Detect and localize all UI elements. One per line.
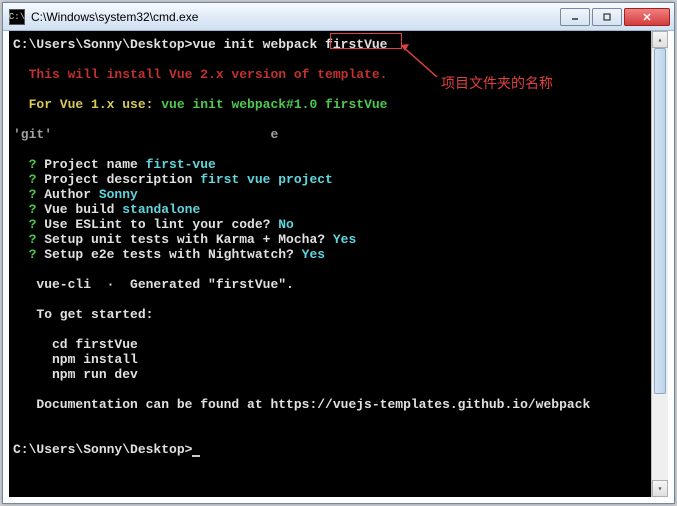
prompt-command: vue init webpack firstVue: [192, 37, 387, 52]
get-started-label: To get started:: [13, 307, 153, 322]
cursor-icon: [192, 455, 200, 457]
minimize-button[interactable]: [560, 8, 590, 26]
vue1-command: vue init webpack#1.0 firstVue: [161, 97, 387, 112]
docs-line: Documentation can be found at https://vu…: [13, 397, 590, 412]
scroll-up-button[interactable]: ▴: [652, 31, 668, 48]
step-cd: cd firstVue: [13, 337, 138, 352]
q6-value: Yes: [333, 232, 356, 247]
q4-value: standalone: [122, 202, 200, 217]
question-mark-icon: ?: [13, 187, 36, 202]
git-line: 'git': [13, 127, 52, 142]
install-warning: This will install Vue 2.x version of tem…: [13, 67, 387, 82]
vertical-scrollbar[interactable]: ▴ ▾: [651, 31, 668, 497]
titlebar[interactable]: C:\ C:\Windows\system32\cmd.exe: [3, 3, 674, 31]
q5-value: No: [278, 217, 294, 232]
close-button[interactable]: [624, 8, 670, 26]
q3-label: Author: [36, 187, 98, 202]
q3-value: Sonny: [99, 187, 138, 202]
q7-value: Yes: [302, 247, 325, 262]
terminal-output[interactable]: C:\Users\Sonny\Desktop>vue init webpack …: [9, 31, 668, 497]
cmd-icon: C:\: [9, 9, 25, 25]
step-dev: npm run dev: [13, 367, 138, 382]
q6-label: Setup unit tests with Karma + Mocha?: [36, 232, 332, 247]
q5-label: Use ESLint to lint your code?: [36, 217, 278, 232]
q7-label: Setup e2e tests with Nightwatch?: [36, 247, 301, 262]
scroll-down-button[interactable]: ▾: [652, 480, 668, 497]
scroll-track[interactable]: [652, 48, 668, 480]
q4-label: Vue build: [36, 202, 122, 217]
window-title: C:\Windows\system32\cmd.exe: [31, 10, 560, 24]
q1-label: Project name: [36, 157, 145, 172]
q1-value: first-vue: [146, 157, 216, 172]
question-mark-icon: ?: [13, 217, 36, 232]
cmd-window: C:\ C:\Windows\system32\cmd.exe C:\Users…: [2, 2, 675, 504]
scroll-thumb[interactable]: [654, 48, 666, 394]
generated-line: vue-cli · Generated "firstVue".: [13, 277, 294, 292]
q2-label: Project description: [36, 172, 200, 187]
step-install: npm install: [13, 352, 138, 367]
q2-value: first vue project: [200, 172, 333, 187]
git-char: е: [270, 127, 278, 142]
question-mark-icon: ?: [13, 157, 36, 172]
maximize-button[interactable]: [592, 8, 622, 26]
question-mark-icon: ?: [13, 232, 36, 247]
prompt-path-2: C:\Users\Sonny\Desktop>: [13, 442, 192, 457]
prompt-path: C:\Users\Sonny\Desktop>: [13, 37, 192, 52]
vue1-prefix: For Vue 1.x use:: [13, 97, 161, 112]
question-mark-icon: ?: [13, 202, 36, 217]
window-controls: [560, 8, 670, 26]
question-mark-icon: ?: [13, 247, 36, 262]
question-mark-icon: ?: [13, 172, 36, 187]
